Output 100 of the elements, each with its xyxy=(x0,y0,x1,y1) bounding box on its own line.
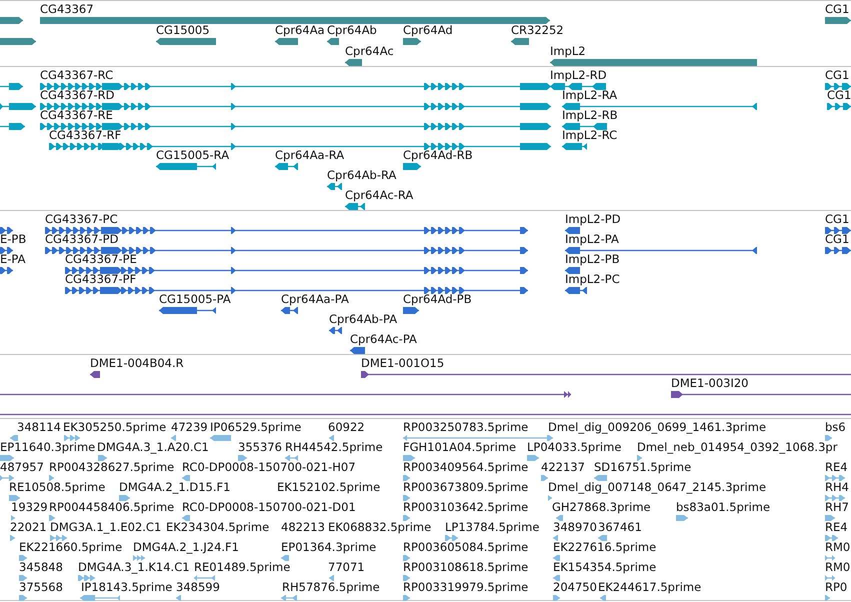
feature-label: 348114 xyxy=(17,421,61,434)
feature-label: ImpL2-PD xyxy=(565,213,621,226)
feature-label: bs83a01.5prime xyxy=(676,501,770,514)
feature-label: RP003108618.5prime xyxy=(403,561,528,574)
feature-label: 345848 xyxy=(19,561,63,574)
feature-label: EP11640.3prime xyxy=(0,441,96,454)
feature-label: CG1 xyxy=(825,233,850,246)
feature-label: 355376 xyxy=(238,441,282,454)
feature-label: ImpL2-PB xyxy=(565,253,620,266)
feature-label: RP003103642.5prime xyxy=(403,501,528,514)
feature-label: 367461 xyxy=(598,521,642,534)
feature-label: CG43367-RD xyxy=(40,89,115,102)
feature-label: CG43367-RF xyxy=(49,129,122,142)
feature-label: EK152102.5prime xyxy=(277,481,380,494)
feature-label: RP003605084.5prime xyxy=(403,541,528,554)
feature-label: EK068832.5prime xyxy=(328,521,432,534)
feature-label: EP01364.3prime xyxy=(281,541,376,554)
feature-label: 375568 xyxy=(19,581,63,594)
feature-label: RP003250783.5prime xyxy=(403,421,528,434)
feature-label: 422137 xyxy=(541,461,585,474)
feature-label: CG1 xyxy=(825,3,850,16)
feature-label: 19329 xyxy=(11,501,48,514)
feature-label: Cpr64Ab-PA xyxy=(329,313,398,326)
feature-label: Cpr64Ab xyxy=(327,24,377,37)
feature-label: Cpr64Aa xyxy=(275,24,325,37)
feature-label: 348970 xyxy=(553,521,597,534)
feature-label: 60922 xyxy=(328,421,365,434)
feature-label: Dmel_neb_014954_0392_1068.3pr xyxy=(637,441,838,454)
feature-label: Cpr64Ad xyxy=(403,24,453,37)
feature-label: RP003409564.5prime xyxy=(403,461,528,474)
feature-label: DMG4A.2_1.D15.F1 xyxy=(119,481,230,494)
feature-label: IP06529.5prime xyxy=(210,421,302,434)
feature-label: DME1-001O15 xyxy=(361,357,444,370)
feature-label: CG43367-RC xyxy=(40,69,114,82)
feature-label: ImpL2 xyxy=(550,45,586,58)
feature-label: CR32252 xyxy=(511,24,564,37)
feature-label: CG1 xyxy=(825,213,850,226)
feature-label: CG15005 xyxy=(156,24,210,37)
feature-label: Cpr64Ac xyxy=(345,45,394,58)
feature-label: ImpL2-PC xyxy=(565,273,620,286)
feature-label: EK227616.5prime xyxy=(553,541,656,554)
feature-label: Cpr64Ad-RB xyxy=(403,149,473,162)
feature-label: ImpL2-RB xyxy=(562,109,618,122)
feature-label: 482213 xyxy=(281,521,325,534)
feature-label: RC0-DP0008-150700-021-D01 xyxy=(182,501,356,514)
feature-label: RP0 xyxy=(825,581,848,594)
feature-label: RH44542.5prime xyxy=(285,441,383,454)
feature-label: RP004458406.5prime xyxy=(49,501,174,514)
feature-label: CG43367-PC xyxy=(45,213,118,226)
feature-label: GH27868.3prime xyxy=(552,501,651,514)
feature-label: ImpL2-RD xyxy=(550,69,607,82)
feature-label: Cpr64Aa-PA xyxy=(281,293,349,306)
feature-label: CG43367-RE xyxy=(40,109,113,122)
feature-label: 22021 xyxy=(10,521,47,534)
feature-label: bs6 xyxy=(825,421,846,434)
feature-label: EK221660.5prime xyxy=(19,541,122,554)
feature-label: ImpL2-RC xyxy=(562,129,618,142)
feature-label: Cpr64Ab-RA xyxy=(327,169,396,182)
feature-label: RP003673809.5prime xyxy=(403,481,528,494)
feature-label: RH7 xyxy=(825,501,849,514)
feature-label: IP18143.5prime xyxy=(81,581,172,594)
feature-label: CG15005-PA xyxy=(159,293,231,306)
feature-label: EK154354.5prime xyxy=(553,561,656,574)
feature-label: ImpL2-RA xyxy=(562,89,618,102)
feature-label: RM0 xyxy=(825,561,850,574)
feature-label: Cpr64Ac-PA xyxy=(350,333,417,346)
feature-label: RE01489.5prime xyxy=(194,561,290,574)
feature-label: E-PA xyxy=(0,253,26,266)
feature-label: DMG3A.1_1.E02.C1 xyxy=(50,521,162,534)
feature-label: CG43367-PD xyxy=(45,233,118,246)
feature-label: RH4 xyxy=(825,481,849,494)
feature-label: ImpL2-PA xyxy=(565,233,619,246)
feature-label: 77071 xyxy=(328,561,365,574)
feature-label: RE10508.5prime xyxy=(9,481,106,494)
feature-label: RP003319979.5prime xyxy=(403,581,528,594)
feature-label: 487957 xyxy=(0,461,44,474)
feature-label: CG15005-RA xyxy=(156,149,230,162)
feature-label: DMG4A.3_1.A20.C1 xyxy=(97,441,209,454)
feature-label: Cpr64Aa-RA xyxy=(275,149,344,162)
feature-label: 204750 xyxy=(553,581,597,594)
feature-label: RC0-DP0008-150700-021-H07 xyxy=(182,461,356,474)
feature-label: LP13784.5prime xyxy=(445,521,540,534)
feature-label: Dmel_dig_007148_0647_2145.3prime xyxy=(548,481,766,494)
feature-label: DMG4A.3_1.K14.C1 xyxy=(78,561,190,574)
feature-label: CG1 xyxy=(825,69,850,82)
feature-label: RH57876.5prime xyxy=(282,581,380,594)
feature-label: Cpr64Ad-PB xyxy=(403,293,472,306)
feature-label: DMG4A.2_1.J24.F1 xyxy=(133,541,239,554)
feature-label: CG43367-PF xyxy=(65,273,136,286)
feature-label: CG43367-PE xyxy=(65,253,137,266)
feature-label: CG43367 xyxy=(40,3,94,16)
feature-label: 47239 xyxy=(171,421,208,434)
feature-label: EK305250.5prime xyxy=(63,421,166,434)
feature-label: EK234304.5prime xyxy=(166,521,270,534)
feature-label: RE4 xyxy=(825,461,848,474)
feature-label: CG1 xyxy=(827,89,851,102)
feature-label: DME1-003I20 xyxy=(671,377,748,390)
feature-label: EK244617.5prime xyxy=(598,581,702,594)
feature-label: Cpr64Ac-RA xyxy=(345,189,414,202)
feature-label: RP004328627.5prime xyxy=(49,461,174,474)
